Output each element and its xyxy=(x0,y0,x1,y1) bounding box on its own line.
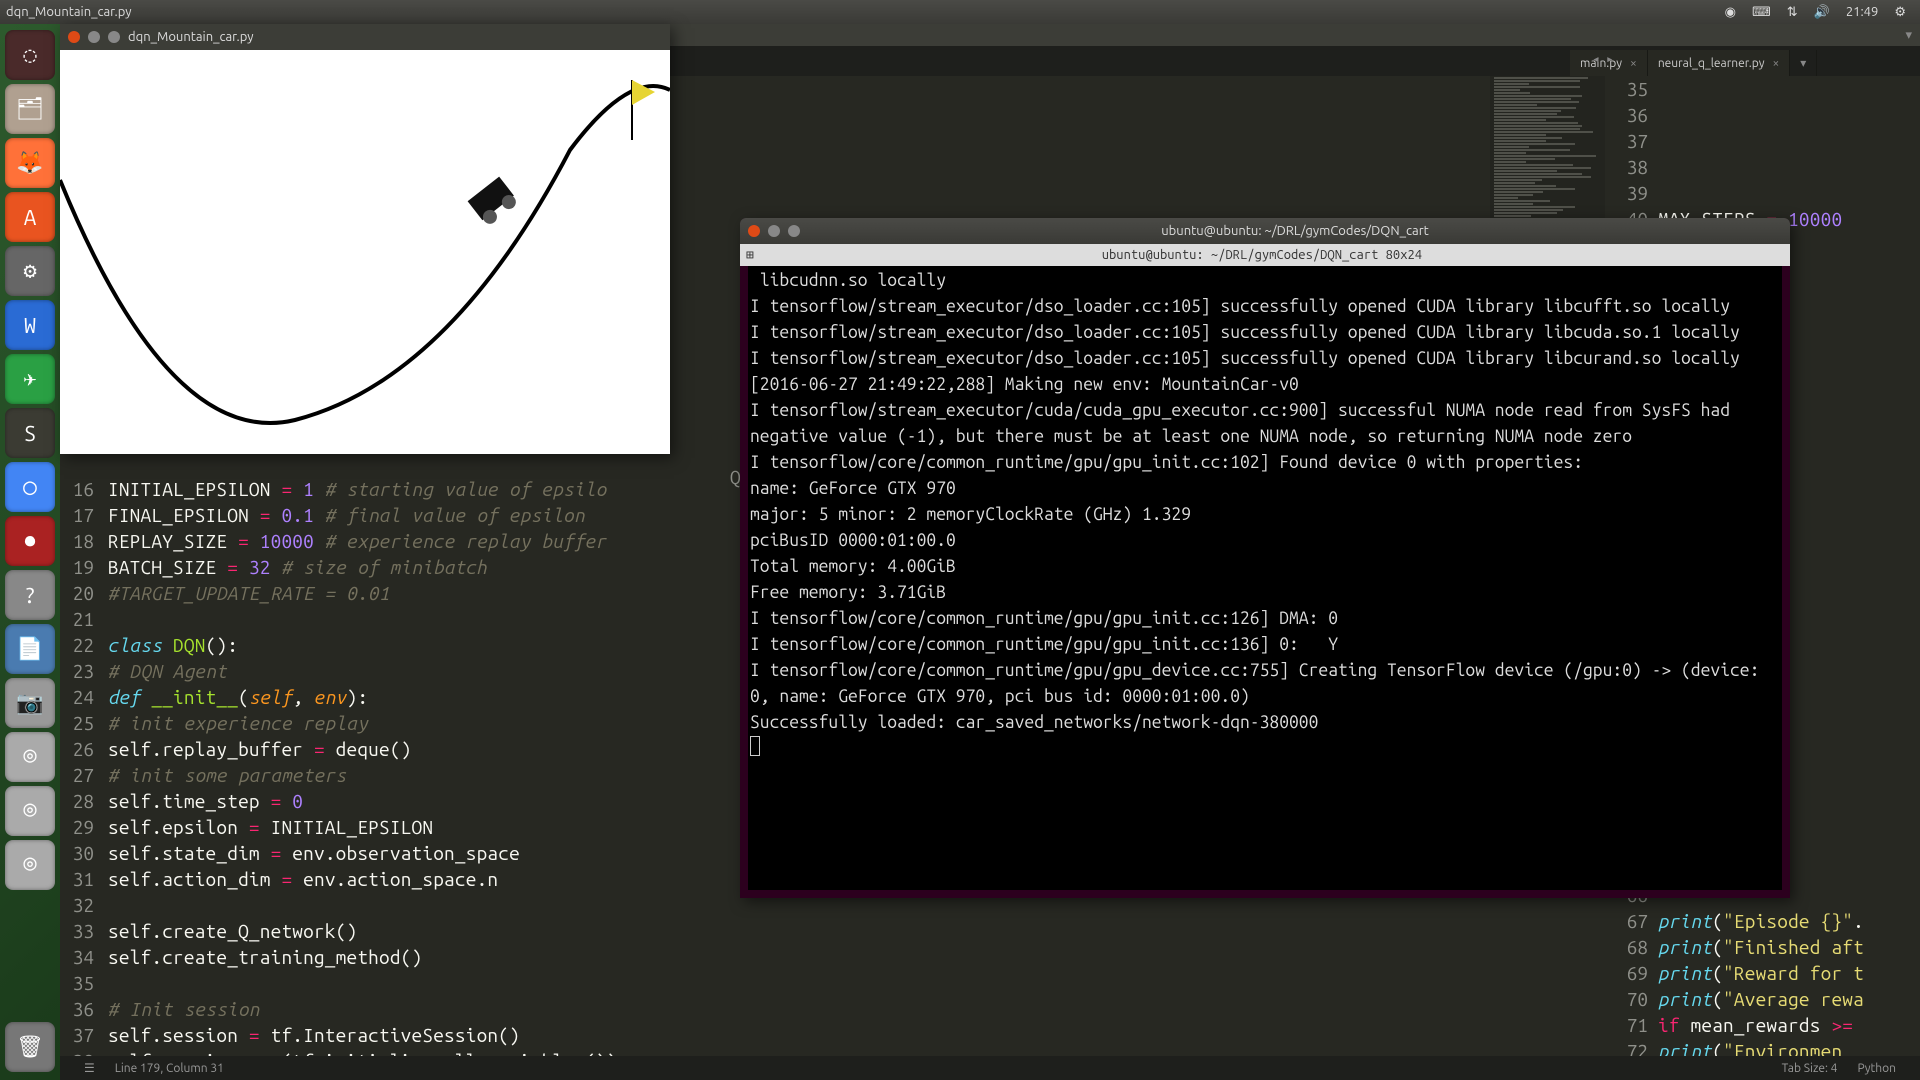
dash-icon[interactable]: ◌ xyxy=(5,30,55,80)
active-window-title: dqn_Mountain_car.py xyxy=(6,5,132,19)
terminal-cursor xyxy=(750,736,760,756)
tab-overflow-icon[interactable]: ▾ xyxy=(1790,50,1817,76)
terminal-titlebar[interactable]: ubuntu@ubuntu: ~/DRL/gymCodes/DQN_cart xyxy=(740,218,1790,244)
network-indicator-icon[interactable]: ⇅ xyxy=(1779,5,1806,20)
ubuntu-software-icon[interactable]: A xyxy=(5,192,55,242)
chromium-icon[interactable]: ◯ xyxy=(5,462,55,512)
session-indicator-icon[interactable]: ⚙ xyxy=(1886,5,1914,20)
firefox-icon[interactable]: 🦊 xyxy=(5,138,55,188)
code-line[interactable]: 72 print("Environmen xyxy=(1616,1038,1908,1056)
code-line[interactable]: 39 xyxy=(1616,180,1908,206)
terminal-window[interactable]: ubuntu@ubuntu: ~/DRL/gymCodes/DQN_cart ⊞… xyxy=(740,218,1790,898)
mountaincar-canvas xyxy=(60,50,670,454)
disk1-icon[interactable]: ⌾ xyxy=(5,732,55,782)
code-line[interactable]: 70print("Average rewa xyxy=(1616,986,1908,1012)
terminal-title: ubuntu@ubuntu: ~/DRL/gymCodes/DQN_cart xyxy=(808,224,1782,238)
mountaincar-window-title: dqn_Mountain_car.py xyxy=(128,30,254,44)
code-line[interactable]: 71if mean_rewards >= xyxy=(1616,1012,1908,1038)
new-tab-icon[interactable]: ⊞ xyxy=(740,248,754,263)
code-line[interactable]: 38 self.session.run(tf.initialize_all_va… xyxy=(60,1048,1605,1056)
tab-label: neural_q_learner.py xyxy=(1658,57,1765,70)
sound-indicator-icon[interactable]: 🔊 xyxy=(1806,5,1838,20)
trash-icon[interactable]: 🗑 xyxy=(5,1022,55,1072)
telegram-icon[interactable]: ✈ xyxy=(5,354,55,404)
code-line[interactable]: 69print("Reward for t xyxy=(1616,960,1908,986)
menu-icon[interactable]: ☰ xyxy=(74,1061,105,1075)
messaging-indicator-icon[interactable]: ◉ xyxy=(1717,5,1744,20)
tab-close-icon[interactable]: × xyxy=(1630,57,1637,70)
terminal-output[interactable]: libcudnn.so locally I tensorflow/stream_… xyxy=(748,266,1782,890)
flag-icon xyxy=(632,80,655,105)
terminal-tab-label: ubuntu@ubuntu: ~/DRL/gymCodes/DQN_cart 8… xyxy=(1102,248,1422,262)
car-icon xyxy=(468,177,520,228)
document-icon[interactable]: 📄 xyxy=(5,624,55,674)
code-line[interactable]: 36 # Init session xyxy=(60,996,1605,1022)
code-line[interactable]: 68print("Finished aft xyxy=(1616,934,1908,960)
terminal-tab[interactable]: ⊞ ubuntu@ubuntu: ~/DRL/gymCodes/DQN_cart… xyxy=(740,244,1790,266)
code-line[interactable]: 35 xyxy=(1616,76,1908,102)
code-line[interactable]: 33 self.create_Q_network() xyxy=(60,918,1605,944)
files-icon[interactable]: 🗂 xyxy=(5,84,55,134)
tab-prev-icon[interactable]: ◂ xyxy=(1592,52,1600,67)
minimize-icon[interactable] xyxy=(768,225,780,237)
editor-status-bar: ☰ Line 179, Column 31 Tab Size: 4 Python xyxy=(60,1056,1920,1080)
syntax-language[interactable]: Python xyxy=(1847,1062,1906,1075)
code-line[interactable]: 38 xyxy=(1616,154,1908,180)
maximize-icon[interactable] xyxy=(788,225,800,237)
unity-top-bar: dqn_Mountain_car.py ◉ ⌨ ⇅ 🔊 21:49 ⚙ xyxy=(0,0,1920,24)
code-line[interactable]: 37 self.session = tf.InteractiveSession(… xyxy=(60,1022,1605,1048)
maximize-icon[interactable] xyxy=(108,31,120,43)
code-line[interactable]: 36 xyxy=(1616,102,1908,128)
minimize-icon[interactable] xyxy=(88,31,100,43)
mountaincar-render-window[interactable]: dqn_Mountain_car.py xyxy=(60,24,670,454)
tab-next-icon[interactable]: ▸ xyxy=(1606,52,1614,67)
tab-size[interactable]: Tab Size: 4 xyxy=(1772,1062,1848,1075)
close-icon[interactable] xyxy=(748,225,760,237)
settings-icon[interactable]: ⚙ xyxy=(5,246,55,296)
cursor-position: Line 179, Column 31 xyxy=(105,1062,234,1075)
code-line[interactable]: 34 self.create_training_method() xyxy=(60,944,1605,970)
recorder-icon[interactable]: ⏺ xyxy=(5,516,55,566)
code-line[interactable]: 67print("Episode {}". xyxy=(1616,908,1908,934)
help-icon[interactable]: ? xyxy=(5,570,55,620)
tab-nav: ◂ ▸ xyxy=(1592,52,1614,67)
terrain-curve xyxy=(60,86,670,423)
camera-icon[interactable]: 📷 xyxy=(5,678,55,728)
keyboard-indicator-icon[interactable]: ⌨ xyxy=(1744,5,1779,20)
code-line[interactable]: 37 xyxy=(1616,128,1908,154)
overflow-icon[interactable]: ▾ xyxy=(1905,28,1912,43)
unity-launcher: ◌🗂🦊A⚙W✈S◯⏺?📄📷⌾⌾⌾🗑 xyxy=(0,24,60,1080)
disk2-icon[interactable]: ⌾ xyxy=(5,786,55,836)
close-icon[interactable] xyxy=(68,31,80,43)
clock[interactable]: 21:49 xyxy=(1838,5,1887,19)
mountaincar-titlebar[interactable]: dqn_Mountain_car.py xyxy=(60,24,670,50)
tab-close-icon[interactable]: × xyxy=(1772,57,1779,70)
editor-tab[interactable]: neural_q_learner.py × xyxy=(1648,50,1790,76)
code-line[interactable]: 35 xyxy=(60,970,1605,996)
sublime-icon[interactable]: S xyxy=(5,408,55,458)
wps-icon[interactable]: W xyxy=(5,300,55,350)
disk3-icon[interactable]: ⌾ xyxy=(5,840,55,890)
